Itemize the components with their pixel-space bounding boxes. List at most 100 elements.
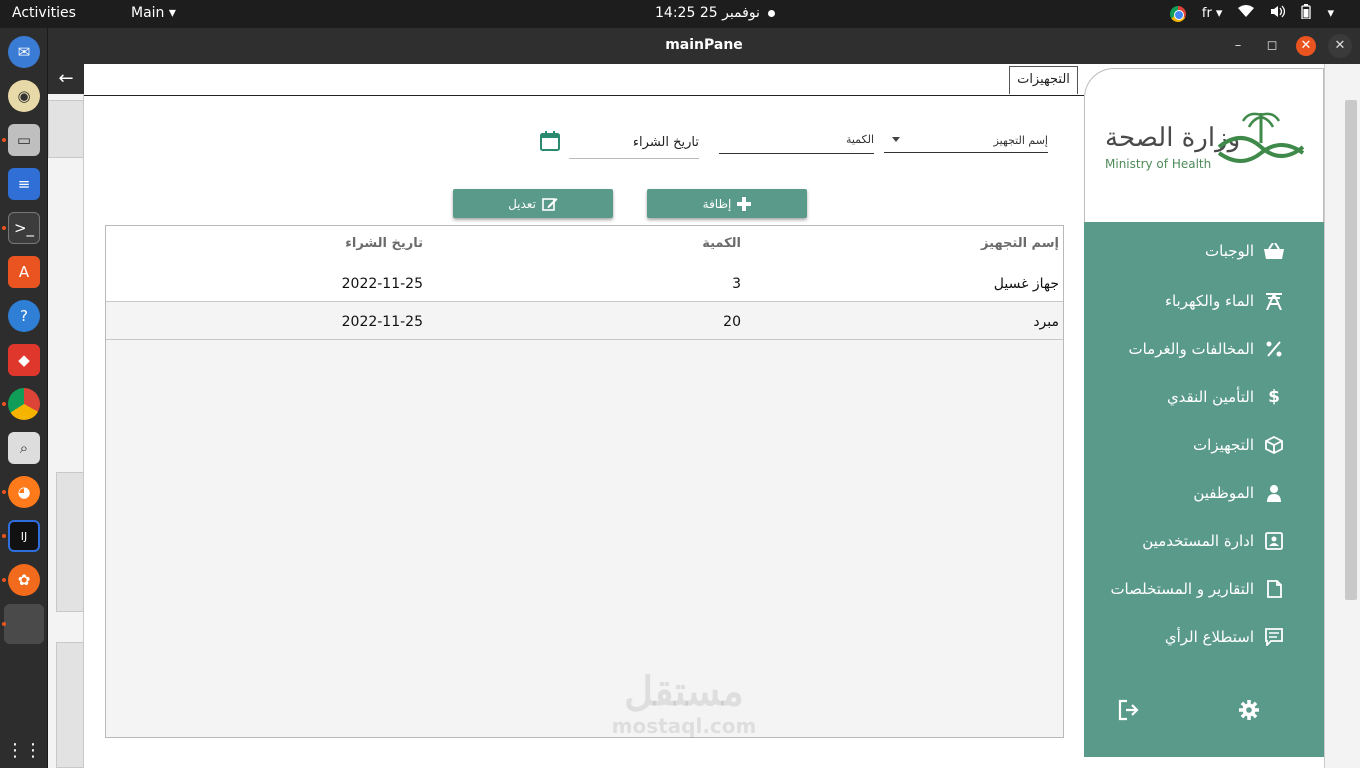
sidebar-item-label: الماء والكهرباء — [1164, 292, 1254, 310]
image-viewer-icon[interactable]: ⌕ — [8, 432, 40, 464]
sidebar-item-label: المخالفات والغرمات — [1128, 340, 1254, 358]
edit-button[interactable]: تعديل — [453, 189, 613, 218]
minimize-icon[interactable]: – — [1228, 36, 1248, 56]
java-app-icon[interactable] — [4, 604, 44, 644]
ministry-logo-icon — [1217, 112, 1305, 163]
activities-button[interactable]: Activities — [12, 5, 76, 21]
dock: ✉ ◉ ▭ ≡ >_ A ? ◆ ⌕ ◕ IJ ✿ ⋮⋮ — [0, 28, 48, 768]
running-indicator — [2, 534, 6, 538]
files-icon[interactable]: ▭ — [8, 124, 40, 156]
cell-equipment-name: جهاز غسيل — [993, 276, 1059, 292]
cell-equipment-name: مبرد — [1033, 314, 1059, 330]
app-menu[interactable]: Main ▾ — [131, 5, 176, 21]
quantity-field-label: الكمية — [845, 133, 874, 146]
file-icon — [1264, 579, 1284, 599]
sidebar-item-cash-insurance[interactable]: $ التأمين النقدي — [1167, 384, 1284, 410]
add-button[interactable]: إظافة — [647, 189, 807, 218]
back-arrow-icon[interactable]: ← — [48, 64, 84, 94]
sidebar-menu: الوجبات الماء والكهرباء المخالفات والغرم… — [1084, 222, 1324, 757]
chevron-down-icon[interactable] — [892, 137, 900, 142]
background-panel — [48, 100, 84, 158]
battery-icon[interactable] — [1301, 4, 1312, 23]
background-window-scrollbar[interactable] — [1324, 64, 1360, 768]
cell-quantity: 20 — [723, 314, 741, 330]
maximize-icon[interactable]: ◻ — [1262, 36, 1282, 56]
anydesk-icon[interactable]: ◆ — [8, 344, 40, 376]
running-indicator — [2, 490, 6, 494]
logo-panel: وزارة الصحة Ministry of Health — [1084, 68, 1324, 222]
sidebar-item-equipment[interactable]: التجهيزات — [1193, 432, 1284, 458]
watermark: مستقل mostaql.com — [594, 670, 774, 739]
help-icon[interactable]: ? — [8, 300, 40, 332]
cell-purchase-date: 2022-11-25 — [341, 314, 423, 330]
sidebar-item-user-management[interactable]: ادارة المستخدمين — [1142, 528, 1284, 554]
calendar-icon[interactable] — [539, 130, 561, 152]
column-header-quantity[interactable]: الكمية — [702, 236, 741, 251]
clock[interactable]: نوفمبر 25 14:25 — [655, 5, 760, 21]
equipment-table[interactable]: إسم التجهيز الكمية تاريخ الشراء جهاز غسي… — [105, 225, 1064, 738]
logout-button[interactable] — [1115, 696, 1143, 724]
volume-icon[interactable] — [1270, 5, 1286, 22]
running-indicator — [2, 578, 6, 582]
cell-quantity: 3 — [732, 276, 741, 292]
show-apps-icon[interactable]: ⋮⋮ — [6, 734, 42, 766]
sidebar-item-label: التجهيزات — [1193, 436, 1254, 454]
writer-icon[interactable]: ≡ — [8, 168, 40, 200]
app-menu-label: Main — [131, 5, 165, 21]
logout-icon — [1118, 699, 1139, 721]
column-header-equipment[interactable]: إسم التجهيز — [981, 236, 1059, 251]
sidebar-item-label: استطلاع الرأي — [1164, 628, 1254, 646]
intellij-icon[interactable]: IJ — [8, 520, 40, 552]
chrome-tray-icon[interactable] — [1169, 5, 1186, 22]
table-row[interactable]: جهاز غسيل 3 2022-11-25 — [106, 264, 1063, 302]
window-titlebar[interactable]: mainPane – ◻ ✕ ✕ — [48, 28, 1360, 64]
running-indicator — [2, 226, 6, 230]
equipment-name-select[interactable] — [884, 152, 1048, 153]
user-card-icon — [1264, 531, 1284, 551]
purchase-date-input[interactable]: تاريخ الشراء — [569, 135, 699, 150]
chrome-icon[interactable] — [8, 388, 40, 420]
scrollbar-thumb[interactable] — [1345, 100, 1357, 600]
language-label: fr — [1201, 6, 1212, 21]
thunderbird-icon[interactable]: ✉ — [8, 36, 40, 68]
sidebar-item-label: التأمين النقدي — [1166, 388, 1254, 406]
rhythmbox-icon[interactable]: ◉ — [8, 80, 40, 112]
system-menu-icon[interactable]: ▾ — [1327, 6, 1334, 21]
ubuntu-app-icon[interactable]: ✿ — [8, 564, 40, 596]
settings-button[interactable] — [1235, 696, 1263, 724]
quantity-input[interactable] — [719, 153, 874, 154]
sidebar-item-label: الوجبات — [1205, 242, 1254, 260]
column-header-date[interactable]: تاريخ الشراء — [345, 236, 423, 251]
sidebar-item-label: التقارير و المستخلصات — [1110, 580, 1254, 598]
comment-icon — [1264, 627, 1284, 647]
tab-bar: التجهيزات — [84, 64, 1084, 96]
terminal-icon[interactable]: >_ — [8, 212, 40, 244]
table-header: إسم التجهيز الكمية تاريخ الشراء — [106, 226, 1063, 264]
sidebar-item-water-electricity[interactable]: الماء والكهرباء — [1165, 288, 1284, 314]
running-indicator — [2, 622, 6, 626]
firefox-icon[interactable]: ◕ — [8, 476, 40, 508]
tower-icon — [1264, 291, 1284, 311]
gear-icon — [1239, 700, 1259, 720]
sidebar-item-violations[interactable]: المخالفات والغرمات — [1128, 336, 1284, 362]
close-icon[interactable]: ✕ — [1296, 36, 1316, 56]
employee-icon — [1264, 483, 1284, 503]
purchase-date-underline — [569, 158, 699, 159]
software-center-icon[interactable]: A — [8, 256, 40, 288]
background-panel — [56, 642, 84, 768]
table-row[interactable]: مبرد 20 2022-11-25 — [106, 302, 1063, 340]
sidebar-item-reports[interactable]: التقارير و المستخلصات — [1110, 576, 1284, 602]
dollar-icon: $ — [1268, 387, 1280, 407]
system-tray[interactable]: fr ▾ ▾ — [1169, 4, 1334, 23]
language-indicator[interactable]: fr ▾ — [1202, 6, 1223, 21]
sidebar: وزارة الصحة Ministry of Health الوجبات ا… — [1084, 64, 1324, 757]
background-close-icon[interactable]: ✕ — [1328, 34, 1352, 58]
tab-equipment[interactable]: التجهيزات — [1009, 66, 1078, 94]
sidebar-item-meals[interactable]: الوجبات — [1205, 238, 1284, 264]
background-window-strip: ← — [48, 64, 84, 768]
wifi-icon[interactable] — [1238, 5, 1255, 22]
add-button-label: إظافة — [702, 196, 732, 211]
sidebar-item-survey[interactable]: استطلاع الرأي — [1165, 624, 1284, 650]
logo-english-text: Ministry of Health — [1105, 157, 1212, 171]
sidebar-item-employees[interactable]: الموظفين — [1193, 480, 1284, 506]
